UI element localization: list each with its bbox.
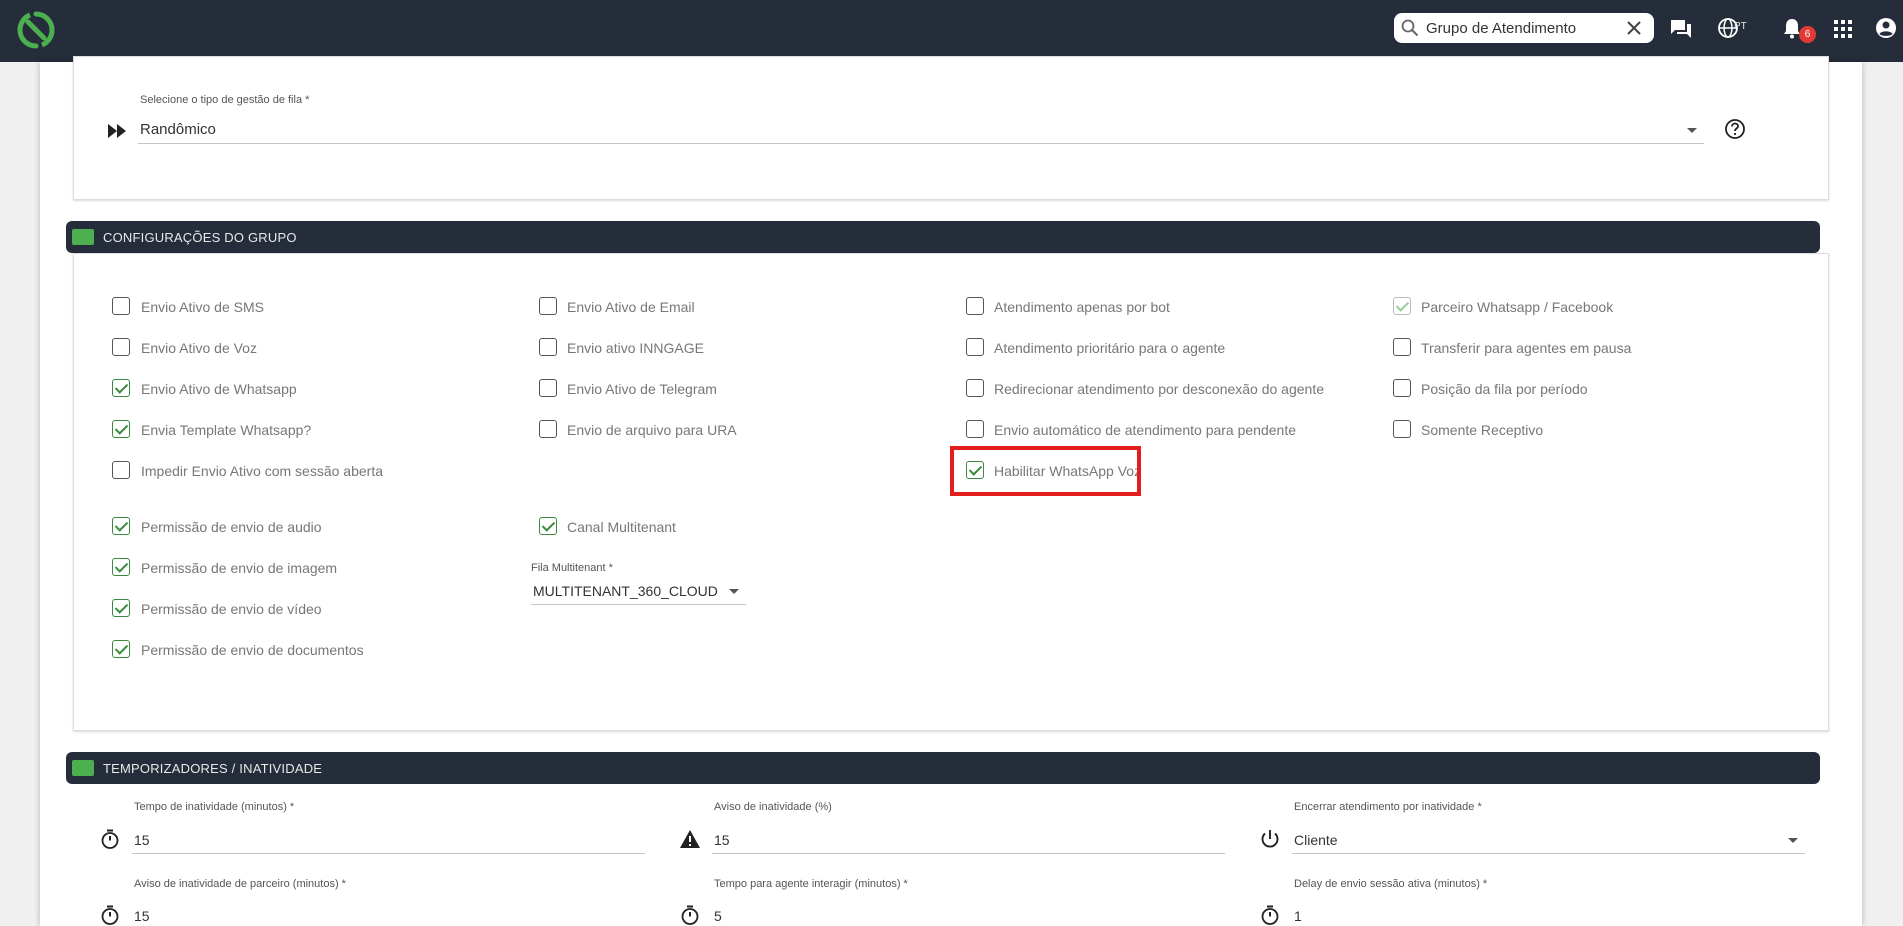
- group-settings-title: CONFIGURAÇÕES DO GRUPO: [103, 230, 297, 245]
- field-underline: [1292, 853, 1805, 854]
- field-underline: [132, 853, 645, 854]
- checkbox-label: Envia Template Whatsapp?: [141, 422, 312, 438]
- checkbox-atendimento-apenas-bot[interactable]: [966, 297, 984, 315]
- partner-inactivity-value[interactable]: 15: [134, 908, 150, 924]
- checkbox-canal-multitenant[interactable]: [539, 517, 557, 535]
- language-label[interactable]: PT: [1734, 21, 1747, 32]
- checkbox-label: Transferir para agentes em pausa: [1421, 340, 1632, 356]
- checkbox-envio-ativo-email[interactable]: [539, 297, 557, 315]
- close-by-inactivity-caret[interactable]: [1788, 838, 1798, 843]
- checkbox-label: Atendimento prioritário para o agente: [994, 340, 1226, 356]
- field-underline: [712, 853, 1225, 854]
- checkbox-label: Envio de arquivo para URA: [567, 422, 737, 438]
- checkbox-envio-ativo-whatsapp[interactable]: [112, 379, 130, 397]
- checkbox-label: Permissão de envio de imagem: [141, 560, 338, 576]
- timer-icon: [72, 760, 94, 776]
- chat-icon[interactable]: [1668, 16, 1694, 42]
- checkbox-parceiro-whatsapp-facebook: [1393, 297, 1411, 315]
- checkbox-label: Envio Ativo de Voz: [141, 340, 257, 356]
- timers-header: TEMPORIZADORES / INATIVIDADE: [66, 752, 1820, 784]
- search-input[interactable]: [1426, 17, 1616, 39]
- checkbox-label: Canal Multitenant: [567, 519, 676, 535]
- checkbox-redirecionar-atendimento[interactable]: [966, 379, 984, 397]
- active-session-delay-value[interactable]: 1: [1294, 908, 1302, 924]
- checkbox-label: Somente Receptivo: [1421, 422, 1544, 438]
- checkbox-permissao-documentos[interactable]: [112, 640, 130, 658]
- power-icon: [1261, 830, 1279, 848]
- checkbox-label: Permissão de envio de vídeo: [141, 601, 322, 617]
- app-logo-icon[interactable]: [16, 10, 56, 50]
- checkbox-posicao-fila-periodo[interactable]: [1393, 379, 1411, 397]
- checkbox-label: Parceiro Whatsapp / Facebook: [1421, 299, 1614, 315]
- checkbox-label: Posição da fila por período: [1421, 381, 1588, 397]
- checkbox-envio-arquivo-ura[interactable]: [539, 420, 557, 438]
- checkbox-permissao-audio[interactable]: [112, 517, 130, 535]
- queue-type-label: Selecione o tipo de gestão de fila *: [140, 94, 310, 106]
- queue-type-underline: [138, 143, 1704, 144]
- checkbox-label: Envio Ativo de Telegram: [567, 381, 717, 397]
- checkbox-label: Permissão de envio de audio: [141, 519, 322, 535]
- close-by-inactivity-value[interactable]: Cliente: [1294, 832, 1338, 848]
- group-settings-icon: [72, 229, 94, 245]
- checkbox-envia-template-whatsapp[interactable]: [112, 420, 130, 438]
- timers-title: TEMPORIZADORES / INATIVIDADE: [103, 761, 323, 776]
- fast-forward-icon: [108, 124, 126, 138]
- checkbox-permissao-video[interactable]: [112, 599, 130, 617]
- notifications-badge: 6: [1799, 26, 1816, 43]
- field-label: Delay de envio sessão ativa (minutos) *: [1294, 878, 1488, 890]
- inactivity-time-value[interactable]: 15: [134, 832, 150, 848]
- multitenant-queue-underline: [531, 604, 746, 605]
- field-label: Encerrar atendimento por inatividade *: [1294, 801, 1482, 813]
- checkbox-label: Atendimento apenas por bot: [994, 299, 1170, 315]
- field-label: Aviso de inatividade (%): [714, 801, 832, 813]
- queue-type-value[interactable]: Randômico: [140, 121, 216, 138]
- checkbox-label: Envio Ativo de Whatsapp: [141, 381, 297, 397]
- checkbox-label: Impedir Envio Ativo com sessão aberta: [141, 463, 384, 479]
- stopwatch-icon: [101, 829, 119, 849]
- agent-interact-time-value[interactable]: 5: [714, 908, 722, 924]
- multitenant-queue-label: Fila Multitenant *: [531, 562, 613, 574]
- inactivity-warning-value[interactable]: 15: [714, 832, 730, 848]
- checkbox-label: Envio automático de atendimento para pen…: [994, 422, 1296, 438]
- stopwatch-icon: [1261, 905, 1279, 925]
- checkbox-atendimento-prioritario[interactable]: [966, 338, 984, 356]
- warning-icon: [680, 830, 700, 848]
- stopwatch-icon: [101, 905, 119, 925]
- checkbox-envio-ativo-voz[interactable]: [112, 338, 130, 356]
- queue-type-dropdown-caret[interactable]: [1687, 128, 1697, 133]
- checkbox-envio-ativo-inngage[interactable]: [539, 338, 557, 356]
- clear-search-icon[interactable]: [1625, 19, 1643, 37]
- field-label: Tempo de inatividade (minutos) *: [134, 801, 295, 813]
- queue-management-card: Selecione o tipo de gestão de fila * Ran…: [73, 56, 1829, 200]
- top-bar: PT 6: [0, 0, 1903, 62]
- checkbox-impedir-envio-ativo[interactable]: [112, 461, 130, 479]
- search-box[interactable]: [1394, 13, 1654, 43]
- checkbox-envio-automatico-pendente[interactable]: [966, 420, 984, 438]
- highlight-box: [950, 446, 1141, 496]
- user-account-icon[interactable]: [1874, 16, 1900, 42]
- checkbox-permissao-imagem[interactable]: [112, 558, 130, 576]
- search-icon: [1401, 19, 1419, 37]
- apps-grid-icon[interactable]: [1830, 16, 1856, 42]
- field-label: Tempo para agente interagir (minutos) *: [714, 878, 908, 890]
- multitenant-queue-value[interactable]: MULTITENANT_360_CLOUD: [533, 583, 718, 599]
- multitenant-queue-caret[interactable]: [729, 589, 739, 594]
- checkbox-label: Redirecionar atendimento por desconexão …: [994, 381, 1325, 397]
- help-icon[interactable]: [1724, 118, 1746, 140]
- checkbox-envio-ativo-telegram[interactable]: [539, 379, 557, 397]
- stopwatch-icon: [681, 905, 699, 925]
- checkbox-envio-ativo-sms[interactable]: [112, 297, 130, 315]
- checkbox-label: Envio Ativo de Email: [567, 299, 695, 315]
- checkbox-label: Permissão de envio de documentos: [141, 642, 364, 658]
- group-settings-header: CONFIGURAÇÕES DO GRUPO: [66, 221, 1820, 253]
- checkbox-label: Envio Ativo de SMS: [141, 299, 264, 315]
- checkbox-somente-receptivo[interactable]: [1393, 420, 1411, 438]
- field-label: Aviso de inatividade de parceiro (minuto…: [134, 878, 346, 890]
- checkbox-transferir-agentes-pausa[interactable]: [1393, 338, 1411, 356]
- checkbox-label: Envio ativo INNGAGE: [567, 340, 704, 356]
